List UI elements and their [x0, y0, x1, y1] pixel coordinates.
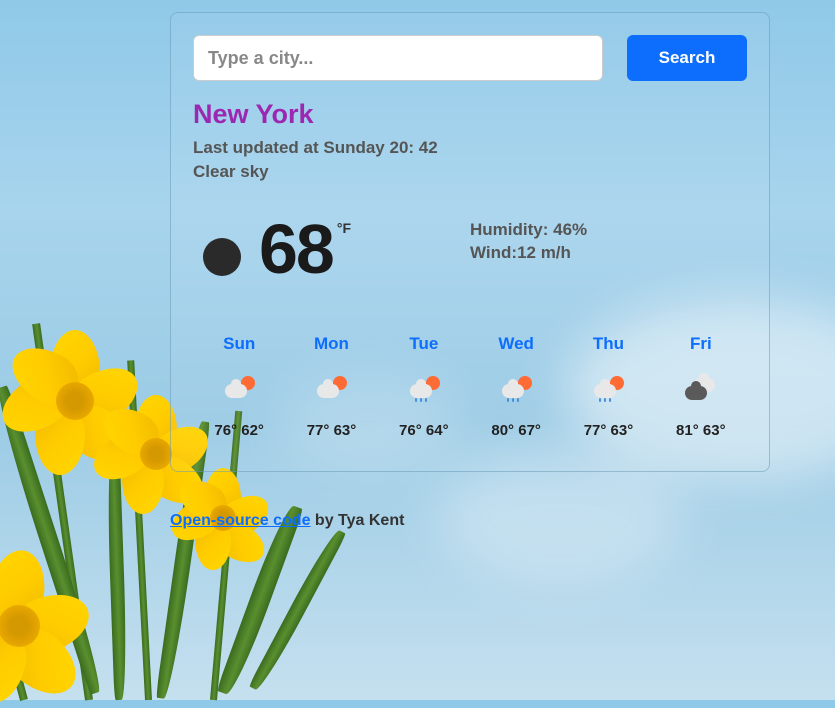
day-temps: 80° 67° [470, 422, 562, 439]
current-temperature: 68 [259, 214, 333, 284]
day-temps: 76° 62° [193, 422, 285, 439]
day-label: Tue [378, 334, 470, 354]
rain-icon [592, 376, 624, 400]
city-search-input[interactable] [193, 35, 603, 81]
day-label: Thu [562, 334, 654, 354]
current-weather-icon [203, 238, 241, 276]
source-code-link[interactable]: Open-source code [170, 512, 310, 529]
weather-description: Clear sky [193, 160, 747, 184]
forecast-row: Sun 76° 62° Mon 77° 63° Tue 76° 64° Wed 80° 67°… [193, 334, 747, 439]
footer: Open-source code by Tya Kent [170, 512, 770, 530]
forecast-day: Thu 77° 63° [562, 334, 654, 439]
day-label: Mon [285, 334, 377, 354]
forecast-day: Fri 81° 63° [655, 334, 747, 439]
author-text: by Tya Kent [310, 512, 404, 529]
temperature-unit: °F [337, 220, 351, 236]
forecast-day: Sun 76° 62° [193, 334, 285, 439]
forecast-day: Mon 77° 63° [285, 334, 377, 439]
rain-icon [408, 376, 440, 400]
day-label: Wed [470, 334, 562, 354]
humidity: Humidity: 46% [470, 218, 747, 242]
rain-icon [500, 376, 532, 400]
day-label: Fri [655, 334, 747, 354]
forecast-day: Wed 80° 67° [470, 334, 562, 439]
partly-cloudy-icon [315, 376, 347, 400]
search-button[interactable]: Search [627, 35, 747, 81]
wind: Wind:12 m/h [470, 241, 747, 265]
day-label: Sun [193, 334, 285, 354]
forecast-day: Tue 76° 64° [378, 334, 470, 439]
dark-cloud-icon [685, 376, 717, 400]
day-temps: 77° 63° [285, 422, 377, 439]
day-temps: 81° 63° [655, 422, 747, 439]
day-temps: 77° 63° [562, 422, 654, 439]
day-temps: 76° 64° [378, 422, 470, 439]
city-name: New York [193, 99, 747, 130]
weather-card: Search New York Last updated at Sunday 2… [170, 12, 770, 472]
partly-cloudy-icon [223, 376, 255, 400]
last-updated: Last updated at Sunday 20: 42 [193, 136, 747, 160]
